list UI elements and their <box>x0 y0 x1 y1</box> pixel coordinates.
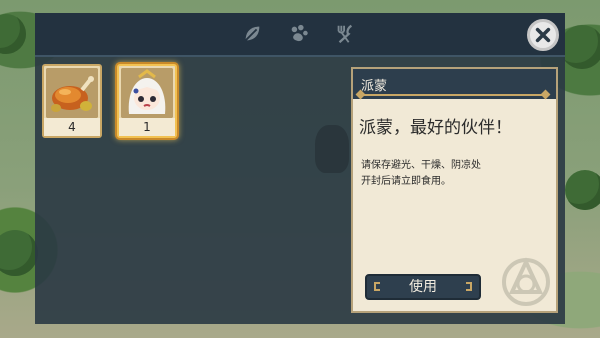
close-icon <box>535 27 551 43</box>
fork-knife-tab-icon <box>337 24 353 44</box>
inventory-panel: F <box>35 13 565 324</box>
inventory-slot-selected[interactable]: 1 <box>117 64 177 138</box>
item-art <box>46 68 98 118</box>
item-detail-title: 派蒙 <box>361 79 388 94</box>
tab-pets[interactable] <box>286 21 312 47</box>
tree <box>565 170 600 210</box>
description-line: 请保存避光、干燥、阴凉处 <box>361 160 481 171</box>
tree <box>0 230 38 276</box>
use-button[interactable]: 使用 <box>365 274 481 300</box>
paw-tab-icon <box>291 24 308 42</box>
tab-materials[interactable] <box>239 21 265 47</box>
item-count: 4 <box>44 118 100 136</box>
tree <box>560 25 600 69</box>
use-button-label: 使用 <box>409 279 437 295</box>
divider <box>359 94 547 96</box>
tree <box>0 14 26 54</box>
button-bracket <box>374 282 380 291</box>
close-button[interactable] <box>527 19 559 51</box>
tab-food[interactable] <box>332 21 358 47</box>
knot-emblem-icon <box>502 257 550 306</box>
divider-ornament <box>540 89 551 100</box>
description-line: 开封后请立即食用。 <box>361 176 451 187</box>
item-name: 派蒙，最好的伙伴！ <box>359 118 512 138</box>
category-tab-bar <box>35 13 565 57</box>
leaf-tab-icon <box>244 26 260 42</box>
paimon-figure-icon <box>121 68 173 118</box>
item-art <box>121 68 173 118</box>
item-detail-header: 派蒙 <box>353 69 556 100</box>
item-count: 1 <box>119 118 175 136</box>
roast-chicken-icon <box>46 68 98 118</box>
button-bracket <box>466 282 472 291</box>
item-description: 请保存避光、干燥、阴凉处 开封后请立即食用。 <box>361 158 551 190</box>
item-detail-card: 派蒙 派蒙，最好的伙伴！ 请保存避光、干燥、阴凉处 开封后请立即食用。 使用 <box>351 67 558 313</box>
inventory-slot[interactable]: 4 <box>42 64 102 138</box>
character-silhouette <box>315 125 349 173</box>
